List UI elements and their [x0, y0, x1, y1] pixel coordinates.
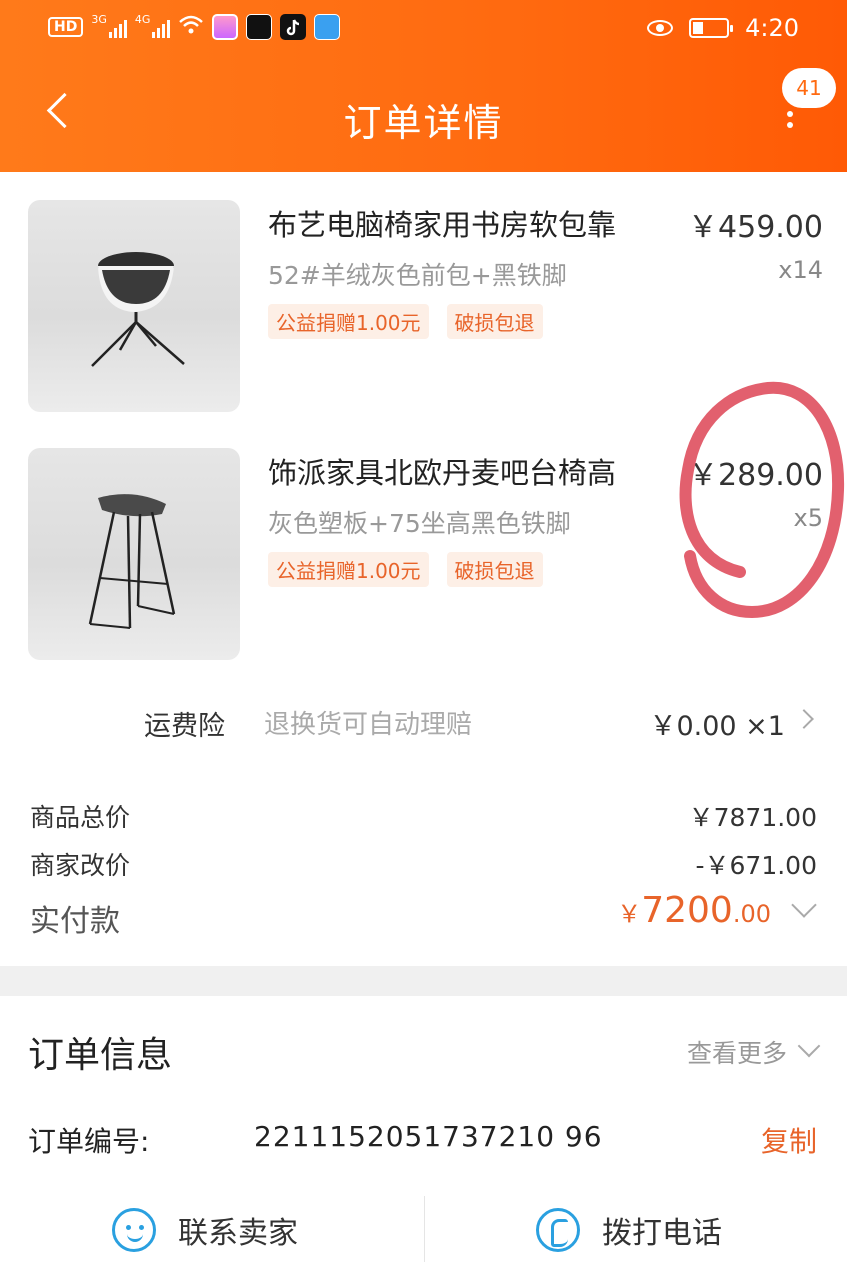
price-adjust-label: 商家改价 — [30, 851, 131, 880]
hd-icon: HD — [48, 17, 84, 37]
see-more-button[interactable]: 查看更多 — [687, 1034, 821, 1070]
insurance-description: 退换货可自动理赔 — [264, 710, 473, 740]
phone-icon — [536, 1208, 580, 1252]
price-adjust-value: -￥671.00 — [695, 851, 818, 880]
product-item[interactable]: 饰派家具北欧丹麦吧台椅高 灰色塑板+75坐高黑色铁脚 公益捐赠1.00元 破损包… — [0, 448, 847, 660]
product-spec: 52#羊绒灰色前包+黑铁脚 — [268, 261, 567, 290]
amount-paid-value: ￥7200.00 — [617, 890, 771, 931]
more-dots-icon — [787, 111, 793, 133]
chevron-right-icon — [794, 709, 814, 729]
copy-button[interactable]: 复制 — [761, 1120, 817, 1160]
product-spec: 灰色塑板+75坐高黑色铁脚 — [268, 509, 571, 538]
donation-tag: 公益捐赠1.00元 — [268, 304, 429, 339]
insurance-price: ￥0.00 ×1 — [649, 711, 785, 742]
goods-total-value: ￥7871.00 — [688, 803, 817, 832]
goods-total-row: 商品总价 ￥7871.00 — [0, 798, 847, 838]
product-image-office-chair[interactable] — [28, 200, 240, 412]
product-item[interactable]: 布艺电脑椅家用书房软包靠 52#羊绒灰色前包+黑铁脚 公益捐赠1.00元 破损包… — [0, 200, 847, 412]
smile-app-icon — [246, 14, 273, 40]
amount-paid-row[interactable]: 实付款 ￥7200.00 — [0, 890, 847, 946]
product-quantity: x5 — [793, 504, 823, 532]
product-price: ￥459.00 — [688, 210, 823, 245]
amount-paid-label: 实付款 — [30, 904, 120, 939]
message-count-badge: 41 — [782, 68, 836, 108]
goods-total-label: 商品总价 — [30, 803, 131, 832]
divider — [424, 1196, 425, 1262]
tiktok-icon — [280, 14, 307, 40]
donation-tag: 公益捐赠1.00元 — [268, 552, 429, 587]
contact-seller-button[interactable]: 联系卖家 — [112, 1200, 298, 1260]
eye-comfort-icon — [647, 20, 674, 36]
header-bar: HD 3G 4G 4:20 订单详情 41 — [0, 0, 847, 172]
more-menu-button[interactable]: 41 — [772, 64, 836, 144]
chevron-down-icon — [797, 1034, 821, 1058]
network-3g-label: 3G — [91, 12, 107, 26]
status-bar: HD 3G 4G 4:20 — [0, 0, 847, 60]
order-items-card: 布艺电脑椅家用书房软包靠 52#羊绒灰色前包+黑铁脚 公益捐赠1.00元 破损包… — [0, 172, 847, 966]
wifi-icon — [178, 14, 204, 40]
clock: 4:20 — [745, 14, 799, 42]
chevron-down-icon[interactable] — [791, 892, 817, 918]
network-4g-label: 4G — [134, 12, 151, 26]
order-info-title: 订单信息 — [28, 1035, 173, 1076]
browser-app-icon — [314, 14, 341, 40]
signal-icon — [108, 16, 127, 38]
damage-return-tag: 破损包退 — [446, 304, 543, 339]
chat-face-icon — [112, 1208, 156, 1252]
battery-icon — [689, 18, 734, 38]
product-price: ￥289.00 — [688, 458, 823, 493]
order-number-label: 订单编号: — [28, 1125, 150, 1158]
page-title: 订单详情 — [343, 101, 504, 145]
product-title[interactable]: 饰派家具北欧丹麦吧台椅高 — [268, 450, 616, 492]
insurance-label: 运费险 — [144, 711, 225, 742]
product-quantity: x14 — [778, 256, 823, 284]
product-title[interactable]: 布艺电脑椅家用书房软包靠 — [268, 202, 616, 244]
shipping-insurance-row[interactable]: 运费险 退换货可自动理赔 ￥0.00 ×1 — [0, 698, 847, 748]
order-info-section: 订单信息 查看更多 订单编号: 2211152051737210 96 复制 联… — [0, 996, 847, 1280]
damage-return-tag: 破损包退 — [446, 552, 543, 587]
price-adjust-row: 商家改价 -￥671.00 — [0, 846, 847, 886]
call-button[interactable]: 拨打电话 — [536, 1200, 722, 1260]
order-number: 2211152051737210 96 — [254, 1120, 603, 1153]
signal-icon — [152, 16, 171, 38]
news-app-icon — [212, 14, 239, 40]
product-image-bar-stool[interactable] — [28, 448, 240, 660]
